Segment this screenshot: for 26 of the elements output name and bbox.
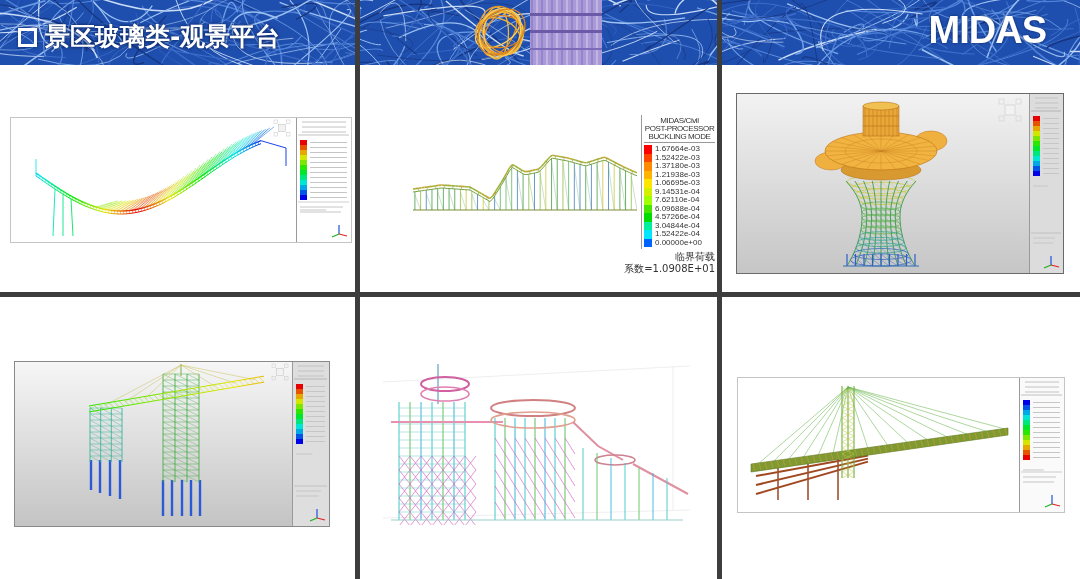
axis-triad-icon bbox=[1043, 255, 1060, 269]
legend-value: 1.52422e-04 bbox=[655, 230, 700, 239]
legend-value: 1.67664e-03 bbox=[655, 145, 700, 154]
legend-value: 1.06695e-03 bbox=[655, 179, 700, 188]
legend-footer-text: 临界荷载 bbox=[675, 251, 715, 263]
legend-value: 3.04844e-04 bbox=[655, 221, 700, 230]
axis-triad-icon bbox=[309, 508, 326, 522]
legend-title: BUCKLING MODE bbox=[647, 133, 712, 141]
view-cube-icon bbox=[271, 363, 289, 381]
cylinder-drawing bbox=[530, 0, 602, 65]
legend-value: 7.62110e-04 bbox=[655, 196, 700, 205]
square-bullet-icon bbox=[18, 27, 37, 47]
legend-value: 4.57266e-04 bbox=[655, 213, 700, 222]
legend-value: 0.00000e+00 bbox=[655, 238, 702, 247]
axis-triad-icon bbox=[331, 224, 348, 238]
axis-triad-icon bbox=[1044, 494, 1061, 508]
legend-title: POST-PROCESSOR bbox=[644, 125, 715, 133]
swirl-drawing bbox=[474, 5, 526, 60]
legend-value: 9.14531e-04 bbox=[655, 187, 700, 196]
legend-value: 1.37180e-03 bbox=[655, 162, 700, 171]
legend-value: 6.09688e-04 bbox=[655, 204, 700, 213]
legend-title: MIDAS/Civil bbox=[659, 117, 700, 125]
legend-value: 1.52422e-03 bbox=[655, 153, 700, 162]
legend-value: 1.21938e-03 bbox=[655, 170, 700, 179]
legend-footer-text: 系数=1.0908E+01 bbox=[624, 263, 715, 275]
logo: MIDAS bbox=[928, 11, 1046, 49]
